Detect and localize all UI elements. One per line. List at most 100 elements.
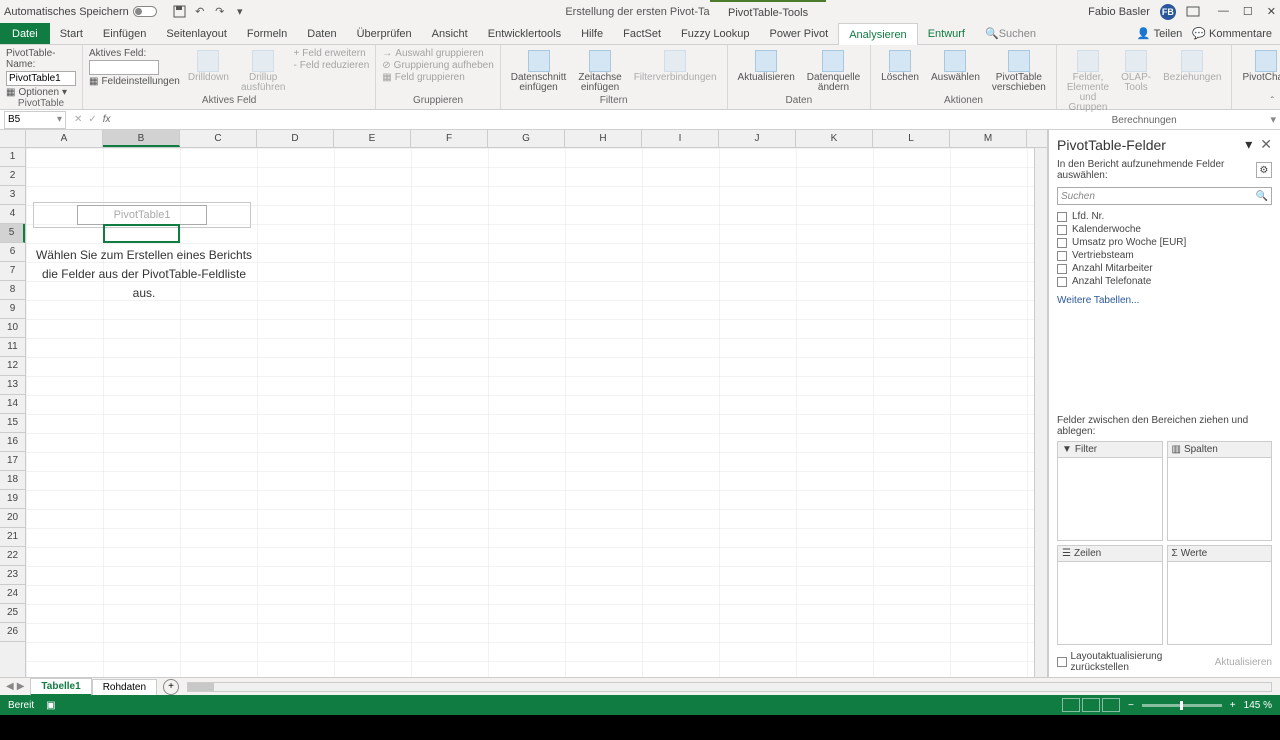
col-header[interactable]: L	[873, 130, 950, 147]
maximize-icon[interactable]: ☐	[1243, 5, 1253, 18]
row-header[interactable]: 18	[0, 471, 25, 490]
col-header[interactable]: I	[642, 130, 719, 147]
checkbox-icon[interactable]	[1057, 225, 1067, 235]
field-item[interactable]: Kalenderwoche	[1057, 224, 1272, 235]
row-header[interactable]: 17	[0, 452, 25, 471]
row-header[interactable]: 22	[0, 547, 25, 566]
view-pagelayout-icon[interactable]	[1082, 698, 1100, 712]
checkbox-icon[interactable]	[1057, 251, 1067, 261]
zoom-level[interactable]: 145 %	[1244, 700, 1272, 711]
qat-dropdown-icon[interactable]: ▾	[233, 5, 247, 19]
zoom-in-icon[interactable]: +	[1230, 700, 1236, 711]
row-header[interactable]: 15	[0, 414, 25, 433]
tab-ansicht[interactable]: Ansicht	[422, 23, 478, 44]
pivotchart-button[interactable]: PivotChart	[1238, 48, 1280, 95]
share-button[interactable]: 👤 Teilen	[1137, 27, 1182, 40]
row-header[interactable]: 6	[0, 243, 25, 262]
col-header[interactable]: B	[103, 130, 180, 147]
row-header[interactable]: 23	[0, 566, 25, 585]
horizontal-scrollbar[interactable]	[187, 682, 1272, 692]
field-item[interactable]: Lfd. Nr.	[1057, 211, 1272, 222]
macro-record-icon[interactable]: ▣	[46, 700, 55, 711]
select-all-corner[interactable]	[0, 130, 26, 147]
row-header[interactable]: 12	[0, 357, 25, 376]
tab-suchen[interactable]: 🔍 Suchen	[975, 23, 1046, 44]
view-pagebreak-icon[interactable]	[1102, 698, 1120, 712]
checkbox-icon[interactable]	[1057, 277, 1067, 287]
field-item[interactable]: Anzahl Telefonate	[1057, 276, 1272, 287]
expand-formula-icon[interactable]: ▾	[1270, 113, 1276, 126]
dropzone-zeilen[interactable]: ☰Zeilen	[1057, 545, 1163, 645]
add-sheet-button[interactable]: +	[163, 679, 179, 695]
col-header[interactable]: H	[565, 130, 642, 147]
row-header[interactable]: 26	[0, 623, 25, 642]
row-header[interactable]: 11	[0, 338, 25, 357]
col-header[interactable]: C	[180, 130, 257, 147]
cells-area[interactable]: PivotTable1 Wählen Sie zum Erstellen ein…	[26, 148, 1034, 677]
tab-hilfe[interactable]: Hilfe	[571, 23, 613, 44]
defer-layout-checkbox[interactable]: Layoutaktualisierung zurückstellen	[1057, 651, 1215, 673]
row-header[interactable]: 25	[0, 604, 25, 623]
cancel-fx-icon[interactable]: ✕	[74, 114, 82, 125]
save-icon[interactable]	[173, 5, 187, 19]
row-header[interactable]: 19	[0, 490, 25, 509]
pane-menu-icon[interactable]: ▾	[1245, 136, 1252, 153]
more-tables-link[interactable]: Weitere Tabellen...	[1057, 295, 1272, 306]
close-icon[interactable]: ✕	[1267, 5, 1276, 18]
sheet-tab-1[interactable]: Tabelle1	[30, 678, 91, 696]
pivotname-input[interactable]	[6, 71, 76, 86]
tab-fuzzy[interactable]: Fuzzy Lookup	[671, 23, 759, 44]
datenquelle-button[interactable]: Datenquelle ändern	[803, 48, 864, 95]
pane-close-icon[interactable]: ✕	[1260, 136, 1272, 153]
redo-icon[interactable]: ↷	[213, 5, 227, 19]
tab-seitenlayout[interactable]: Seitenlayout	[156, 23, 237, 44]
verschieben-button[interactable]: PivotTable verschieben	[988, 48, 1050, 95]
comments-button[interactable]: 💬 Kommentare	[1192, 27, 1272, 40]
tab-ueberpruefen[interactable]: Überprüfen	[347, 23, 422, 44]
user-avatar[interactable]: FB	[1160, 4, 1176, 20]
name-box[interactable]: B5▾	[4, 111, 66, 129]
dropzone-filter[interactable]: ▼Filter	[1057, 441, 1163, 541]
row-header[interactable]: 13	[0, 376, 25, 395]
tab-entwicklertools[interactable]: Entwicklertools	[478, 23, 571, 44]
vertical-scrollbar[interactable]	[1034, 148, 1047, 677]
row-header[interactable]: 21	[0, 528, 25, 547]
checkbox-icon[interactable]	[1057, 238, 1067, 248]
col-header[interactable]: F	[411, 130, 488, 147]
zoom-out-icon[interactable]: −	[1128, 700, 1134, 711]
auswaehlen-button[interactable]: Auswählen	[927, 48, 984, 95]
row-header[interactable]: 8	[0, 281, 25, 300]
collapse-ribbon-icon[interactable]: ˆ	[1271, 96, 1274, 107]
row-header[interactable]: 9	[0, 300, 25, 319]
col-header[interactable]: G	[488, 130, 565, 147]
row-header[interactable]: 10	[0, 319, 25, 338]
field-item[interactable]: Vertriebsteam	[1057, 250, 1272, 261]
tab-daten[interactable]: Daten	[297, 23, 346, 44]
col-header[interactable]: E	[334, 130, 411, 147]
tab-factset[interactable]: FactSet	[613, 23, 671, 44]
row-header[interactable]: 7	[0, 262, 25, 281]
optionen-button[interactable]: ▦ Optionen ▾	[6, 87, 76, 98]
dropzone-spalten[interactable]: ▥Spalten	[1167, 441, 1273, 541]
row-header[interactable]: 20	[0, 509, 25, 528]
undo-icon[interactable]: ↶	[193, 5, 207, 19]
row-header[interactable]: 1	[0, 148, 25, 167]
fx-icon[interactable]: fx	[103, 114, 111, 125]
zoom-slider[interactable]	[1142, 704, 1222, 707]
row-header[interactable]: 2	[0, 167, 25, 186]
field-item[interactable]: Anzahl Mitarbeiter	[1057, 263, 1272, 274]
checkbox-icon[interactable]	[1057, 264, 1067, 274]
field-search-input[interactable]: Suchen🔍	[1057, 187, 1272, 205]
row-header[interactable]: 16	[0, 433, 25, 452]
aktualisieren-button[interactable]: Aktualisieren	[734, 48, 799, 95]
datenschnitt-button[interactable]: Datenschnitt einfügen	[507, 48, 571, 95]
toggle-switch[interactable]	[133, 6, 157, 17]
aktivesfeld-input[interactable]	[89, 60, 159, 75]
col-header[interactable]: M	[950, 130, 1027, 147]
row-header[interactable]: 24	[0, 585, 25, 604]
sheet-next-icon[interactable]: ▶	[17, 681, 25, 692]
tab-start[interactable]: Start	[50, 23, 93, 44]
row-header[interactable]: 3	[0, 186, 25, 205]
col-header[interactable]: D	[257, 130, 334, 147]
tab-powerpivot[interactable]: Power Pivot	[760, 23, 839, 44]
